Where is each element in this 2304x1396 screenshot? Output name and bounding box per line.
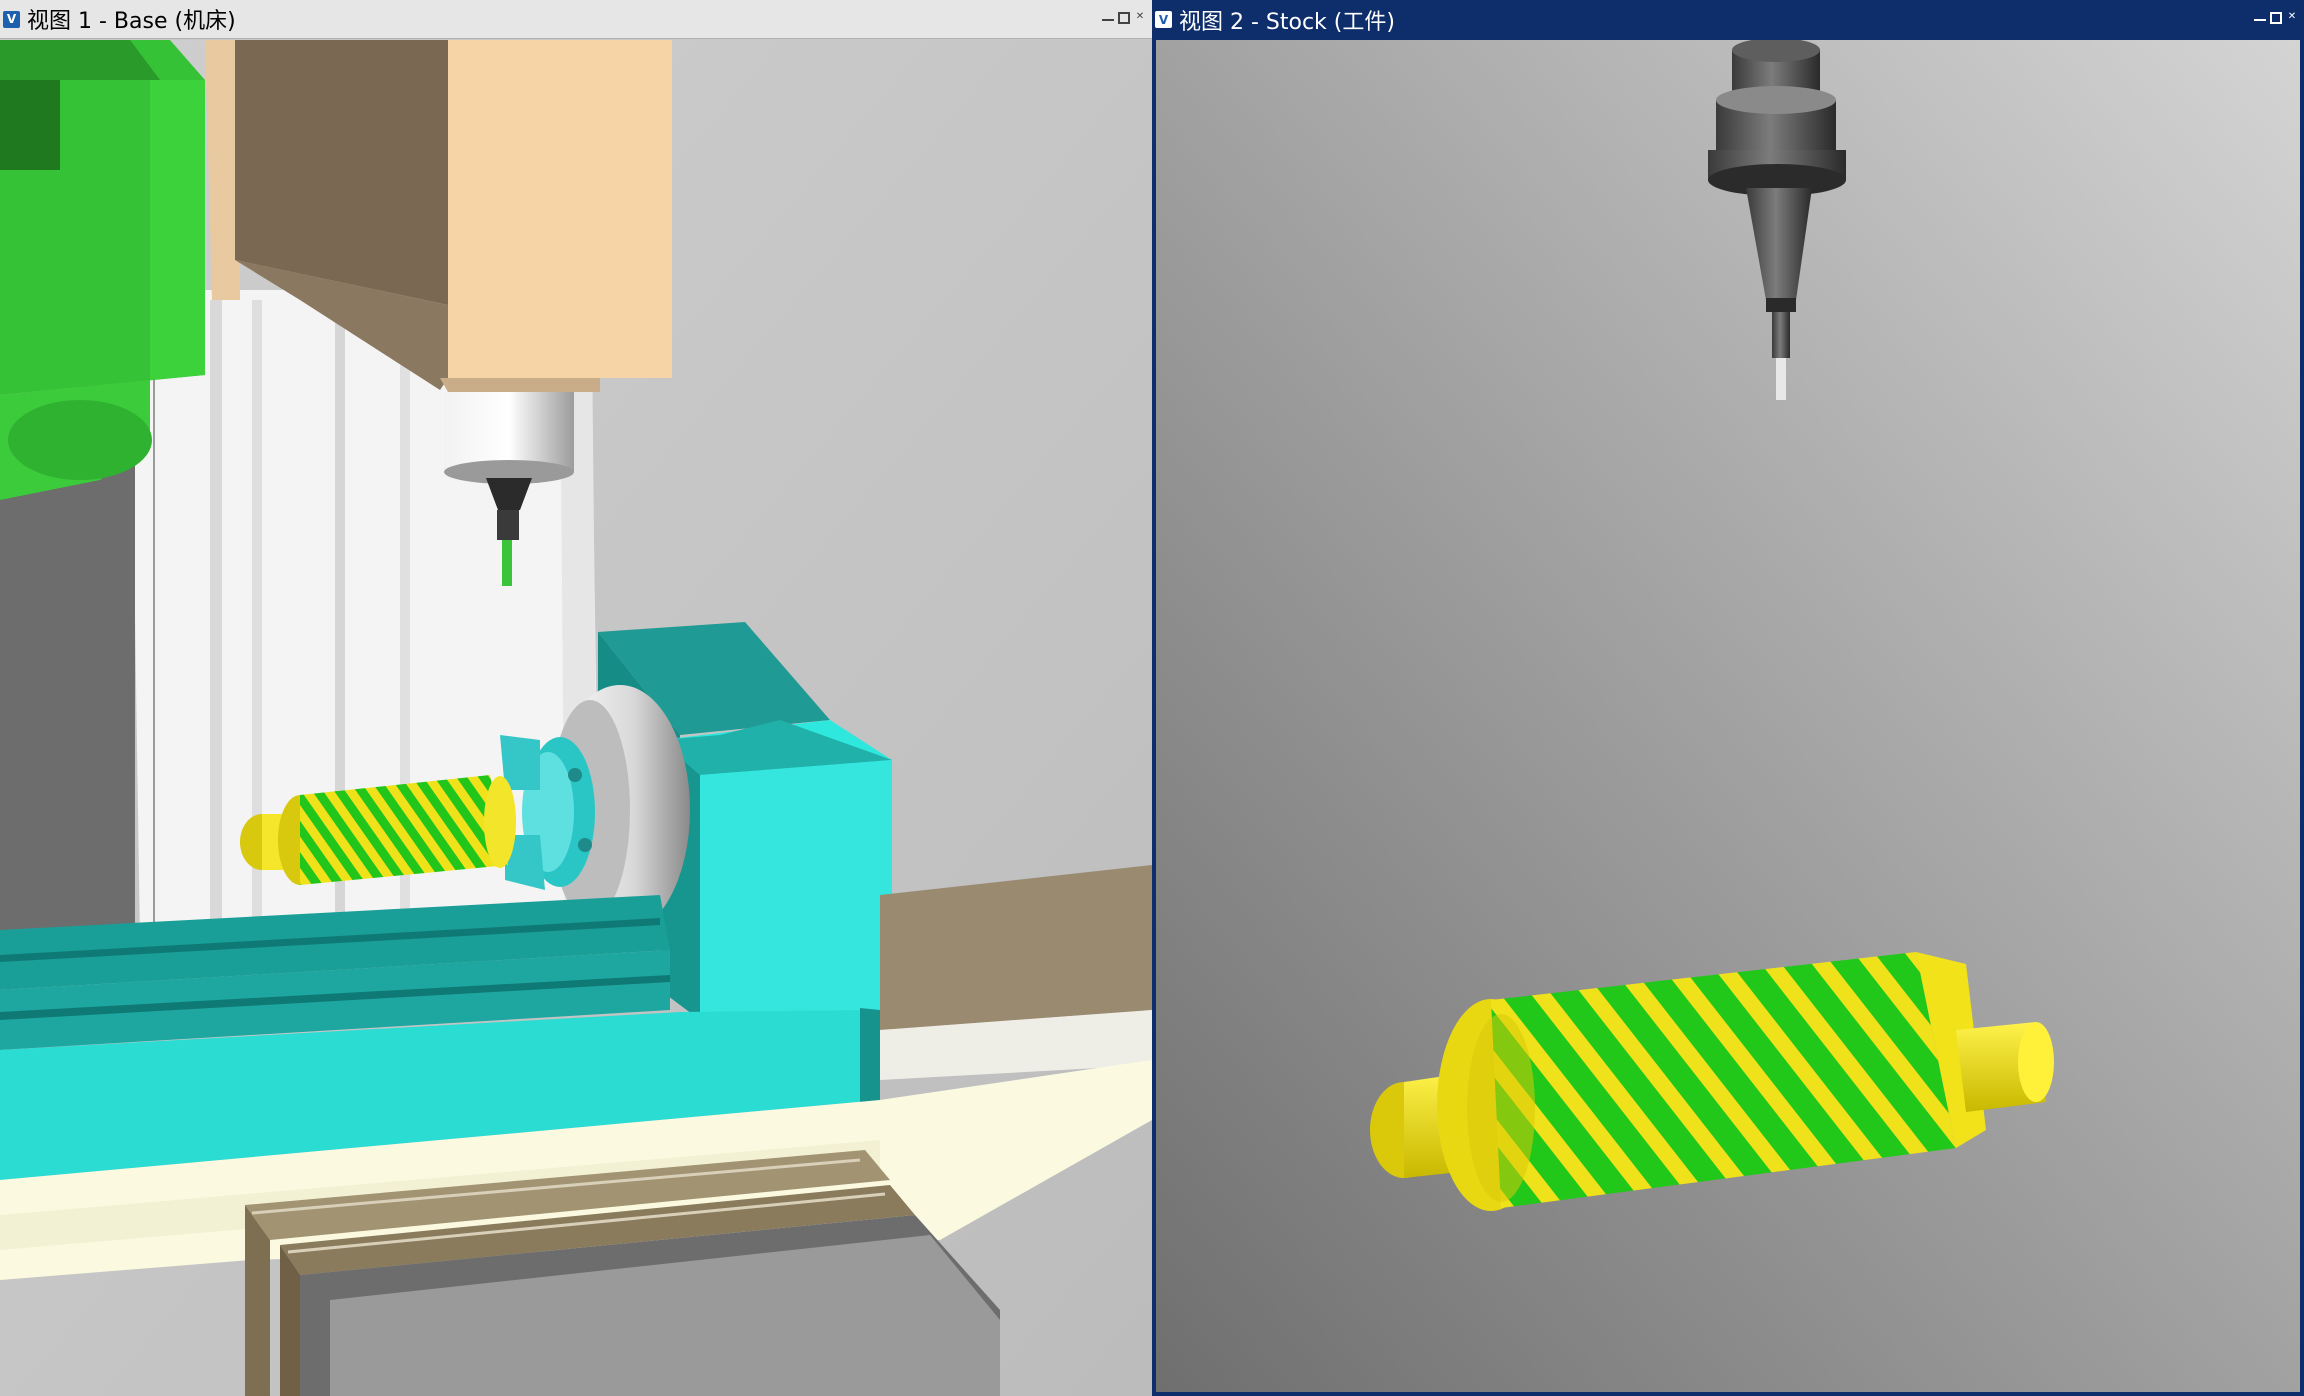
v-icon: V	[1155, 11, 1172, 28]
left-column	[0, 460, 135, 940]
v-icon: V	[3, 10, 20, 28]
minimize-icon[interactable]	[1102, 12, 1114, 21]
close-icon[interactable]: ✕	[1134, 12, 1146, 24]
minimize-icon[interactable]	[2254, 12, 2266, 21]
view-1-title: 视图 1 - Base (机床)	[27, 9, 236, 34]
view-2-viewport[interactable]	[1156, 40, 2300, 1392]
view-2-titlebar[interactable]: V 视图 2 - Stock (工件) ✕	[1152, 0, 2304, 39]
view-1-viewport[interactable]	[0, 40, 1152, 1396]
machine-scene	[0, 40, 1152, 1396]
restore-icon[interactable]	[2270, 12, 2282, 24]
view-2-pane[interactable]: V 视图 2 - Stock (工件) ✕	[1152, 0, 2304, 1396]
view-1-titlebar[interactable]: V 视图 1 - Base (机床) ✕	[0, 0, 1152, 39]
view-2-title: 视图 2 - Stock (工件)	[1179, 9, 1395, 35]
restore-icon[interactable]	[1118, 12, 1130, 24]
stock-scene	[1156, 40, 2300, 1392]
close-icon[interactable]: ✕	[2286, 12, 2298, 24]
view-1-pane[interactable]: V 视图 1 - Base (机床) ✕	[0, 0, 1152, 1396]
